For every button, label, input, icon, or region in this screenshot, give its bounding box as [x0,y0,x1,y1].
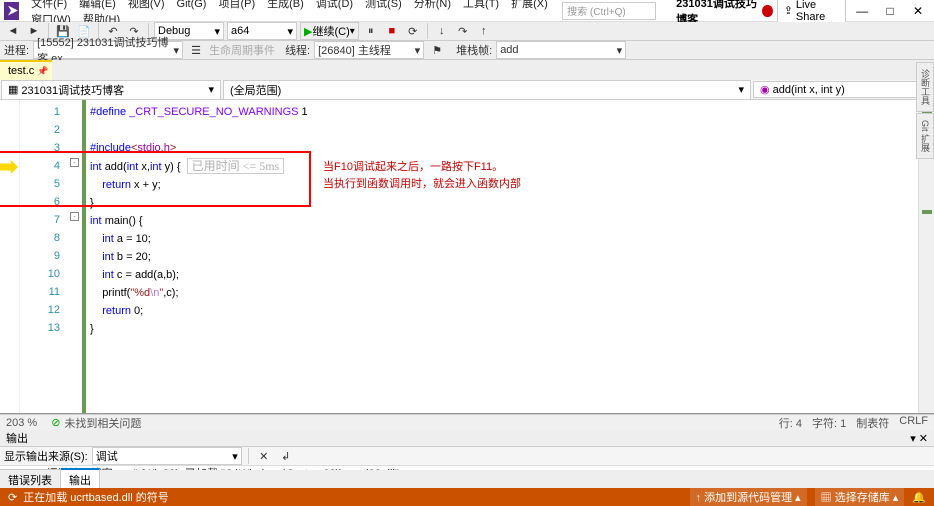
minimize-button[interactable]: — [850,2,874,20]
line-numbers: 12345678910111213 [20,100,68,413]
nav-scope[interactable]: (全局范围)▾ [223,80,751,100]
output-tools: 显示输出来源(S): 调试▾ ✕ ↲ [0,447,934,466]
wrap-icon[interactable]: ↲ [277,447,295,465]
output-tabs: 错误列表 输出 [0,470,934,488]
eol[interactable]: CRLF [899,415,928,431]
process-combo[interactable]: [15552] 231031调试技巧博客.ex▾ [33,41,183,59]
menu-item[interactable]: Git(G) [171,0,213,12]
restart-button[interactable]: ⟳ [404,22,422,40]
status-bar: ⟳ 正在加载 ucrtbased.dll 的符号 ↑ 添加到源代码管理 ▴ ▦ … [0,488,934,506]
menu-item[interactable]: 文件(F) [25,0,73,12]
nav-bar: ▦231031调试技巧博客▾ (全局范围)▾ ◉add(int x, int y… [0,80,934,100]
tab-strip: test.c📌 [0,60,934,80]
vs-logo-icon [4,2,19,20]
stop-button[interactable]: ■ [383,22,401,40]
search-input[interactable]: 搜索 (Ctrl+Q) [562,2,656,20]
right-sidebar: 诊断工具 Git 扩展 [916,62,934,159]
thread-label: 线程: [285,42,310,58]
menu-item[interactable]: 视图(V) [122,0,171,12]
close-button[interactable]: ✕ [906,2,930,20]
menu-item[interactable]: 项目(P) [212,0,261,12]
output-source-combo[interactable]: 调试▾ [92,447,242,465]
line-col: 行: 4 [779,415,802,431]
annotation-text: 当F10调试起来之后，一路按下F11。当执行到函数调用时，就会进入函数内部 [323,158,521,192]
lifecycle-label: 生命周期事件 [209,42,275,58]
step-into-button[interactable]: ↓ [433,22,451,40]
editor-status: 203 % ⊘ 未找到相关问题 行: 4 字符: 1 制表符 CRLF [0,414,934,430]
scm-button[interactable]: ↑ 添加到源代码管理 ▴ [690,488,807,506]
fold-icon[interactable]: - [70,158,79,167]
menu-item[interactable]: 工具(T) [457,0,505,12]
output-tab[interactable]: 输出 [61,468,100,490]
step-out-button[interactable]: ↑ [475,22,493,40]
debug-toolbar: 进程: [15552] 231031调试技巧博客.ex▾ ☰ 生命周期事件 线程… [0,41,934,60]
output-menu[interactable]: ▾ ✕ [910,432,928,445]
errlist-tab[interactable]: 错误列表 [0,469,61,490]
output-source-label: 显示输出来源(S): [4,448,88,464]
bell-icon[interactable]: 🔔 [912,491,926,504]
file-tab[interactable]: test.c📌 [0,60,52,80]
platform-combo[interactable]: a64▾ [227,22,297,40]
nav-file[interactable]: ▦231031调试技巧博客▾ [1,80,221,100]
pin-icon[interactable]: 📌 [37,66,48,77]
menu-item[interactable]: 测试(S) [359,0,408,12]
back-button[interactable]: ◄ [4,22,22,40]
code-content[interactable]: #define _CRT_SECURE_NO_WARNINGS 1 #inclu… [86,100,934,413]
diag-tab[interactable]: 诊断工具 [916,62,934,112]
git-tab[interactable]: Git 扩展 [916,113,934,159]
fold-column: - - [68,100,82,413]
char-col: 字符: 1 [812,415,846,431]
issues[interactable]: 未找到相关问题 [64,415,141,431]
menu-item[interactable]: 分析(N) [408,0,457,12]
output-header: 输出 ▾ ✕ [0,430,934,447]
nav-func[interactable]: ◉add(int x, int y)▾ [753,81,933,98]
repo-button[interactable]: ▦ 选择存储库 ▴ [815,488,905,506]
maximize-button[interactable]: □ [878,2,902,20]
zoom[interactable]: 203 % [6,417,37,429]
indent[interactable]: 制表符 [856,415,889,431]
continue-button[interactable]: ▶ 继续(C) ▾ [300,22,359,40]
current-line-arrow-icon [0,160,18,174]
loading-icon: ⟳ [8,491,17,504]
step-over-button[interactable]: ↷ [454,22,472,40]
thread-combo[interactable]: [26840] 主线程▾ [314,41,424,59]
pause-button[interactable]: ⏸ [362,22,380,40]
menu-item[interactable]: 调试(D) [310,0,359,12]
menu-item[interactable]: 扩展(X) [505,0,554,12]
glyph-margin [0,100,20,413]
status-text: 正在加载 ucrtbased.dll 的符号 [23,489,168,505]
output-title: 输出 [6,430,28,446]
fold-icon[interactable]: - [70,212,79,221]
lifecycle-icon[interactable]: ☰ [187,41,205,59]
live-share-button[interactable]: ⇪Live Share [777,0,846,25]
process-label: 进程: [4,42,29,58]
title-bar: 文件(F)编辑(E)视图(V)Git(G)项目(P)生成(B)调试(D)测试(S… [0,0,934,22]
clear-icon[interactable]: ✕ [255,447,273,465]
menu-item[interactable]: 生成(B) [261,0,310,12]
stackframe-combo[interactable]: add▾ [496,41,626,59]
stackframe-label: 堆栈帧: [456,42,492,58]
notif-icon[interactable] [762,5,772,17]
flag-icon[interactable]: ⚑ [428,41,446,59]
editor[interactable]: 12345678910111213 - - #define _CRT_SECUR… [0,100,934,414]
menu-item[interactable]: 编辑(E) [73,0,122,12]
